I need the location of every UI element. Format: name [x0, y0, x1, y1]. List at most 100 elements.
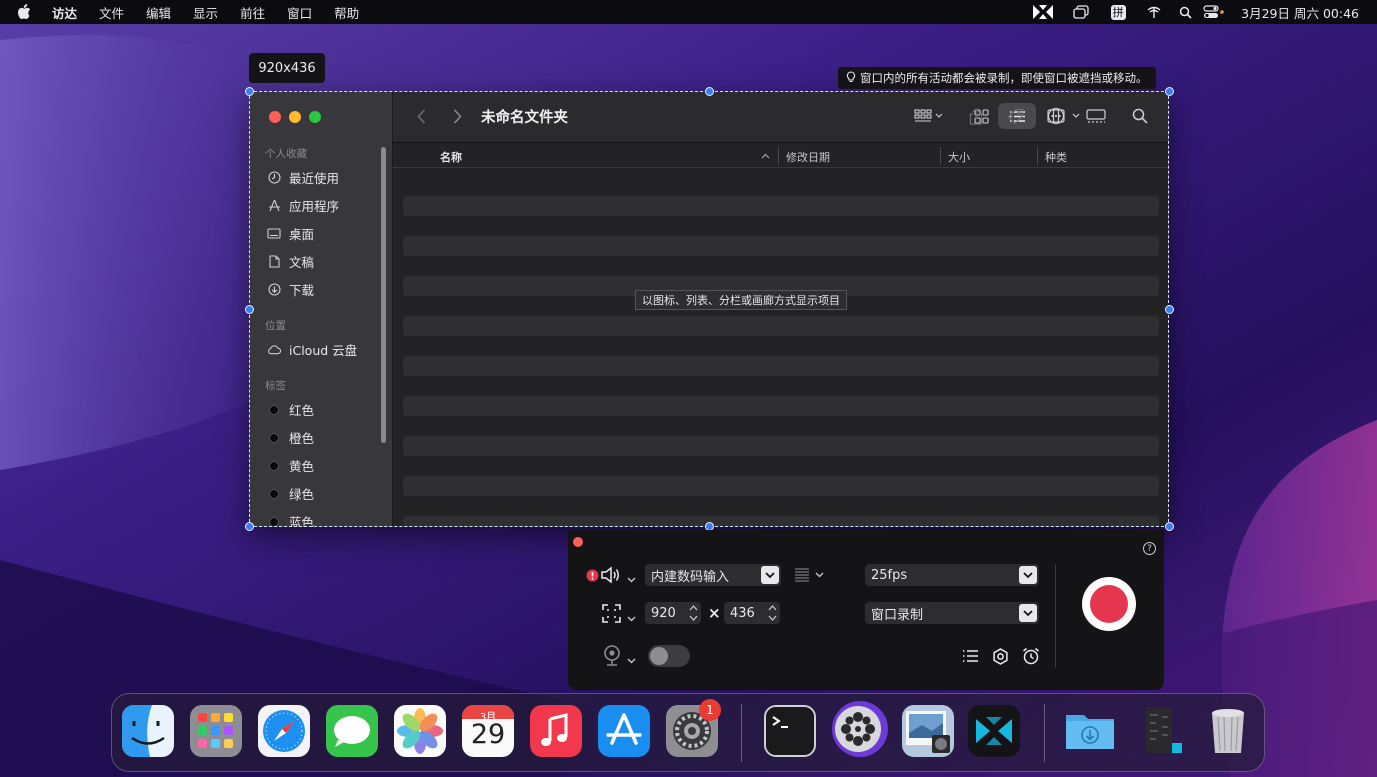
audio-source-select[interactable]: 内建数码输入 — [645, 564, 781, 586]
resize-handle-bottom-right[interactable] — [1165, 522, 1174, 531]
sort-chevron-up-icon[interactable] — [761, 149, 770, 162]
recordings-list-icon[interactable] — [962, 649, 979, 667]
resize-handle-bottom-left[interactable] — [245, 522, 254, 531]
menu-file[interactable]: 文件 — [99, 3, 124, 22]
help-icon[interactable]: ? — [1143, 542, 1156, 555]
share-button[interactable] — [965, 103, 987, 129]
sidebar-item-tag-orange[interactable]: 橙色 — [267, 428, 314, 447]
menu-view[interactable]: 显示 — [193, 3, 218, 22]
document-icon — [267, 255, 281, 269]
finder-dock-icon[interactable] — [122, 705, 174, 757]
sidebar-item-tag-red[interactable]: 红色 — [267, 400, 314, 419]
column-name[interactable]: 名称 — [440, 149, 462, 165]
menu-help[interactable]: 帮助 — [334, 3, 359, 22]
audio-level-icon[interactable] — [794, 567, 828, 587]
stepper-arrows-icon[interactable] — [768, 603, 777, 623]
sidebar-item-icloud[interactable]: iCloud 云盘 — [267, 340, 357, 359]
sidebar-item-tag-blue[interactable]: 蓝色 — [267, 512, 314, 527]
menu-window[interactable]: 窗口 — [287, 3, 312, 22]
more-actions-button[interactable] — [1045, 103, 1083, 129]
sidebar-item-label: 绿色 — [289, 487, 315, 502]
launchpad-dock-icon[interactable] — [190, 705, 242, 757]
resize-handle-left[interactable] — [245, 305, 254, 314]
column-kind[interactable]: 种类 — [1045, 149, 1067, 165]
spotlight-search-icon[interactable] — [1171, 0, 1199, 24]
preview-dock-icon[interactable] — [902, 705, 954, 757]
column-divider[interactable] — [940, 147, 941, 165]
calendar-dock-icon[interactable]: 3月 29 — [462, 705, 514, 757]
column-divider[interactable] — [778, 147, 779, 165]
column-headers: 名称 修改日期 大小 种类 — [393, 144, 1169, 168]
group-by-button[interactable] — [909, 103, 949, 129]
column-date-modified[interactable]: 修改日期 — [786, 149, 830, 165]
menu-go[interactable]: 前往 — [240, 3, 265, 22]
sidebar-item-downloads[interactable]: 下载 — [267, 280, 314, 299]
photos-dock-icon[interactable] — [394, 705, 446, 757]
tag-dot-icon — [269, 460, 279, 471]
sidebar-item-applications[interactable]: 应用程序 — [267, 196, 339, 215]
record-mode-select[interactable]: 窗口录制 — [865, 602, 1039, 624]
audio-source-value: 内建数码输入 — [651, 569, 730, 585]
webcam-options-chevron-icon[interactable] — [627, 653, 636, 668]
recorder-app-icon[interactable] — [1023, 0, 1063, 24]
terminal-dock-icon[interactable] — [764, 705, 816, 757]
folder-title: 未命名文件夹 — [481, 110, 568, 126]
downloads-folder-dock-icon[interactable] — [1064, 705, 1116, 757]
dock-separator — [1044, 704, 1045, 762]
width-stepper[interactable]: 920 — [645, 602, 701, 624]
video-player-dock-icon[interactable] — [830, 699, 890, 759]
back-button[interactable] — [411, 103, 431, 129]
list-row — [403, 396, 1159, 416]
settings-gear-icon[interactable] — [992, 648, 1009, 669]
menu-finder[interactable]: 访达 — [52, 3, 77, 22]
gallery-view-button[interactable] — [1081, 103, 1111, 129]
forward-button[interactable] — [447, 103, 467, 129]
resize-handle-top-right[interactable] — [1165, 87, 1174, 96]
zoom-window-button[interactable] — [309, 111, 321, 123]
lightbulb-icon — [846, 70, 856, 86]
music-dock-icon[interactable] — [530, 705, 582, 757]
speaker-icon[interactable] — [600, 566, 622, 588]
apple-logo-icon[interactable] — [17, 4, 37, 20]
settings-notification-badge: 1 — [699, 699, 721, 721]
wifi-icon[interactable] — [1137, 0, 1171, 24]
safari-dock-icon[interactable] — [258, 705, 310, 757]
schedule-alarm-icon[interactable] — [1022, 647, 1040, 669]
webcam-toggle[interactable] — [648, 645, 690, 667]
window-switch-icon[interactable] — [1063, 0, 1099, 24]
fps-select[interactable]: 25fps — [865, 564, 1039, 586]
resize-handle-top-left[interactable] — [245, 87, 254, 96]
close-recorder-button[interactable] — [573, 537, 583, 547]
clock-icon — [267, 171, 281, 185]
minimize-window-button[interactable] — [289, 111, 301, 123]
resize-handle-top[interactable] — [705, 87, 714, 96]
record-button[interactable] — [1082, 577, 1136, 631]
recent-stack-dock-icon[interactable] — [1136, 705, 1188, 757]
close-window-button[interactable] — [269, 111, 281, 123]
sidebar-item-tag-yellow[interactable]: 黄色 — [267, 456, 314, 475]
capture-area-icon[interactable] — [602, 604, 621, 627]
resize-handle-right[interactable] — [1165, 305, 1174, 314]
sidebar-item-recents[interactable]: 最近使用 — [267, 168, 339, 187]
sidebar-scrollbar[interactable] — [381, 147, 386, 443]
sidebar-item-tag-green[interactable]: 绿色 — [267, 484, 314, 503]
menu-edit[interactable]: 编辑 — [146, 3, 171, 22]
sidebar-item-desktop[interactable]: 桌面 — [267, 224, 314, 243]
sidebar-item-documents[interactable]: 文稿 — [267, 252, 314, 271]
audio-options-chevron-icon[interactable] — [627, 572, 636, 587]
column-divider[interactable] — [1037, 147, 1038, 165]
tag-button[interactable] — [1003, 103, 1027, 129]
column-size[interactable]: 大小 — [948, 149, 970, 165]
menubar-clock[interactable]: 3月29日 周六 00:46 — [1241, 3, 1359, 22]
height-stepper[interactable]: 436 — [724, 602, 780, 624]
stepper-arrows-icon[interactable] — [689, 603, 698, 623]
messages-dock-icon[interactable] — [326, 705, 378, 757]
input-method-icon[interactable]: 拼 — [1099, 0, 1137, 24]
app-store-dock-icon[interactable] — [598, 705, 650, 757]
search-button[interactable] — [1129, 103, 1151, 129]
control-center-icon[interactable] — [1199, 0, 1229, 24]
area-options-chevron-icon[interactable] — [627, 611, 636, 626]
recorder-dock-icon[interactable] — [968, 705, 1020, 757]
trash-dock-icon[interactable] — [1202, 705, 1254, 757]
webcam-icon[interactable] — [603, 645, 621, 670]
